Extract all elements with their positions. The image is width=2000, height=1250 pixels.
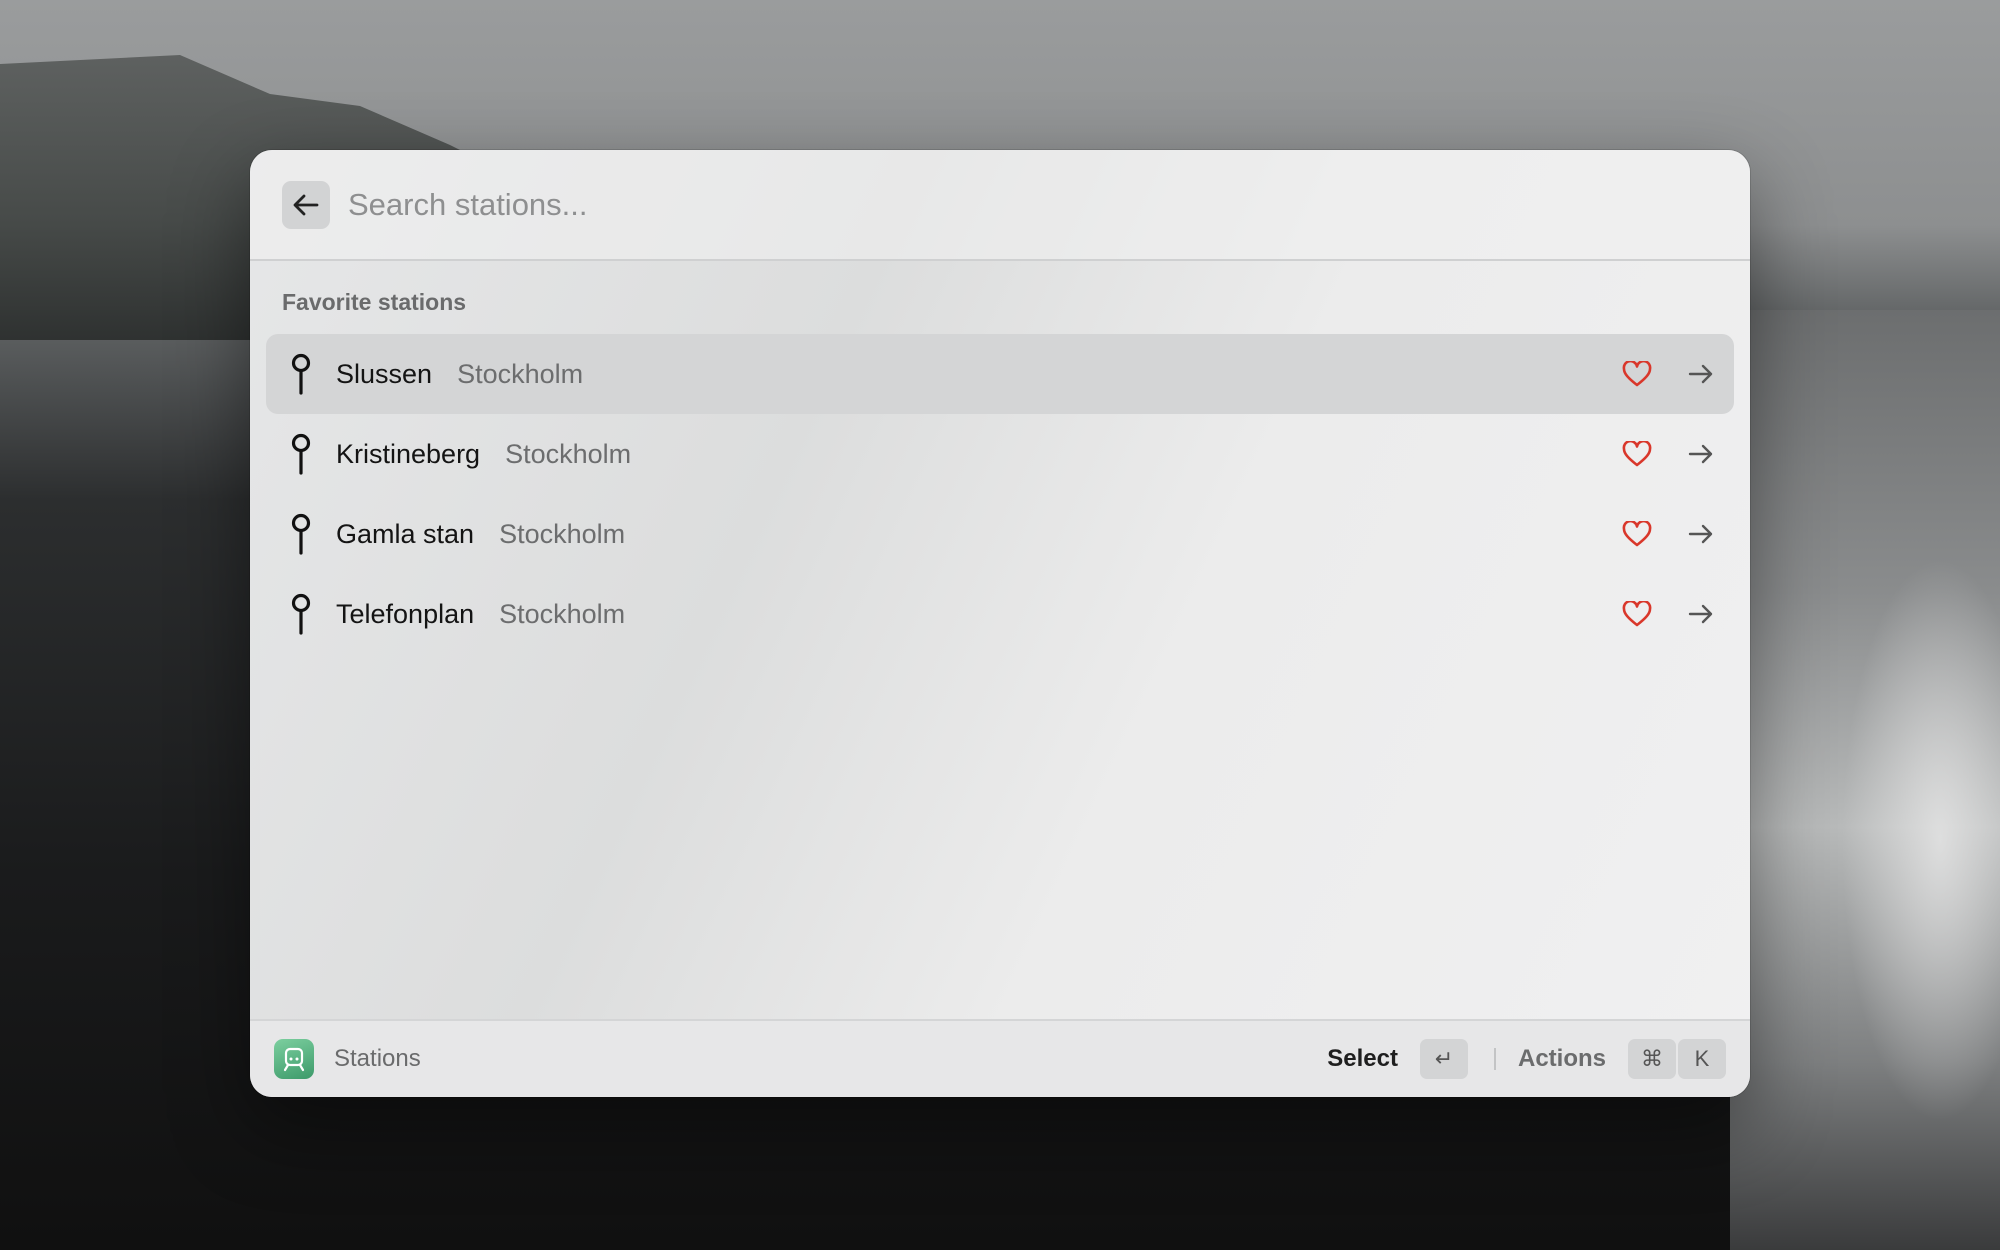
station-row-gamla-stan[interactable]: Gamla stan Stockholm bbox=[266, 494, 1734, 574]
map-pin-icon bbox=[288, 513, 314, 555]
search-input[interactable] bbox=[348, 174, 1750, 235]
station-name: Telefonplan bbox=[336, 598, 475, 629]
station-city: Stockholm bbox=[499, 598, 626, 629]
map-pin-icon bbox=[288, 433, 314, 475]
search-bar bbox=[250, 150, 1750, 261]
action-bar: Stations Select ↵ Actions ⌘ K bbox=[250, 1019, 1750, 1097]
section-title: Favorite stations bbox=[282, 289, 467, 315]
actions-label[interactable]: Actions bbox=[1518, 1045, 1606, 1073]
arrow-right-icon[interactable] bbox=[1684, 357, 1718, 391]
arrow-right-icon[interactable] bbox=[1684, 597, 1718, 631]
heart-icon[interactable] bbox=[1620, 517, 1654, 551]
footer-actions: Select ↵ Actions ⌘ K bbox=[1327, 1039, 1726, 1079]
background-surf bbox=[1740, 540, 2000, 1240]
station-row-slussen[interactable]: Slussen Stockholm bbox=[266, 334, 1734, 414]
k-key[interactable]: K bbox=[1678, 1039, 1726, 1079]
map-pin-icon bbox=[288, 593, 314, 635]
heart-icon[interactable] bbox=[1620, 597, 1654, 631]
divider bbox=[1493, 1048, 1496, 1070]
enter-key[interactable]: ↵ bbox=[1419, 1039, 1468, 1079]
arrow-right-icon[interactable] bbox=[1684, 437, 1718, 471]
station-row-telefonplan[interactable]: Telefonplan Stockholm bbox=[266, 574, 1734, 654]
app-name: Stations bbox=[334, 1045, 421, 1072]
launcher-window: Favorite stations Slussen Stockholm Kris… bbox=[250, 150, 1750, 1097]
station-city: Stockholm bbox=[457, 358, 584, 389]
station-city: Stockholm bbox=[499, 518, 626, 549]
station-row-kristineberg[interactable]: Kristineberg Stockholm bbox=[266, 414, 1734, 494]
command-key[interactable]: ⌘ bbox=[1628, 1039, 1676, 1079]
arrow-left-icon bbox=[293, 194, 319, 215]
heart-icon[interactable] bbox=[1620, 437, 1654, 471]
station-name: Kristineberg bbox=[336, 438, 481, 469]
station-city: Stockholm bbox=[505, 438, 632, 469]
map-pin-icon bbox=[288, 353, 314, 395]
station-list: Slussen Stockholm Kristineberg Stockholm bbox=[266, 334, 1734, 654]
back-button[interactable] bbox=[282, 180, 330, 229]
heart-icon[interactable] bbox=[1620, 357, 1654, 391]
train-icon bbox=[274, 1039, 314, 1079]
select-action-label[interactable]: Select bbox=[1327, 1045, 1398, 1073]
arrow-right-icon[interactable] bbox=[1684, 517, 1718, 551]
station-name: Slussen bbox=[336, 358, 433, 389]
station-name: Gamla stan bbox=[336, 518, 475, 549]
